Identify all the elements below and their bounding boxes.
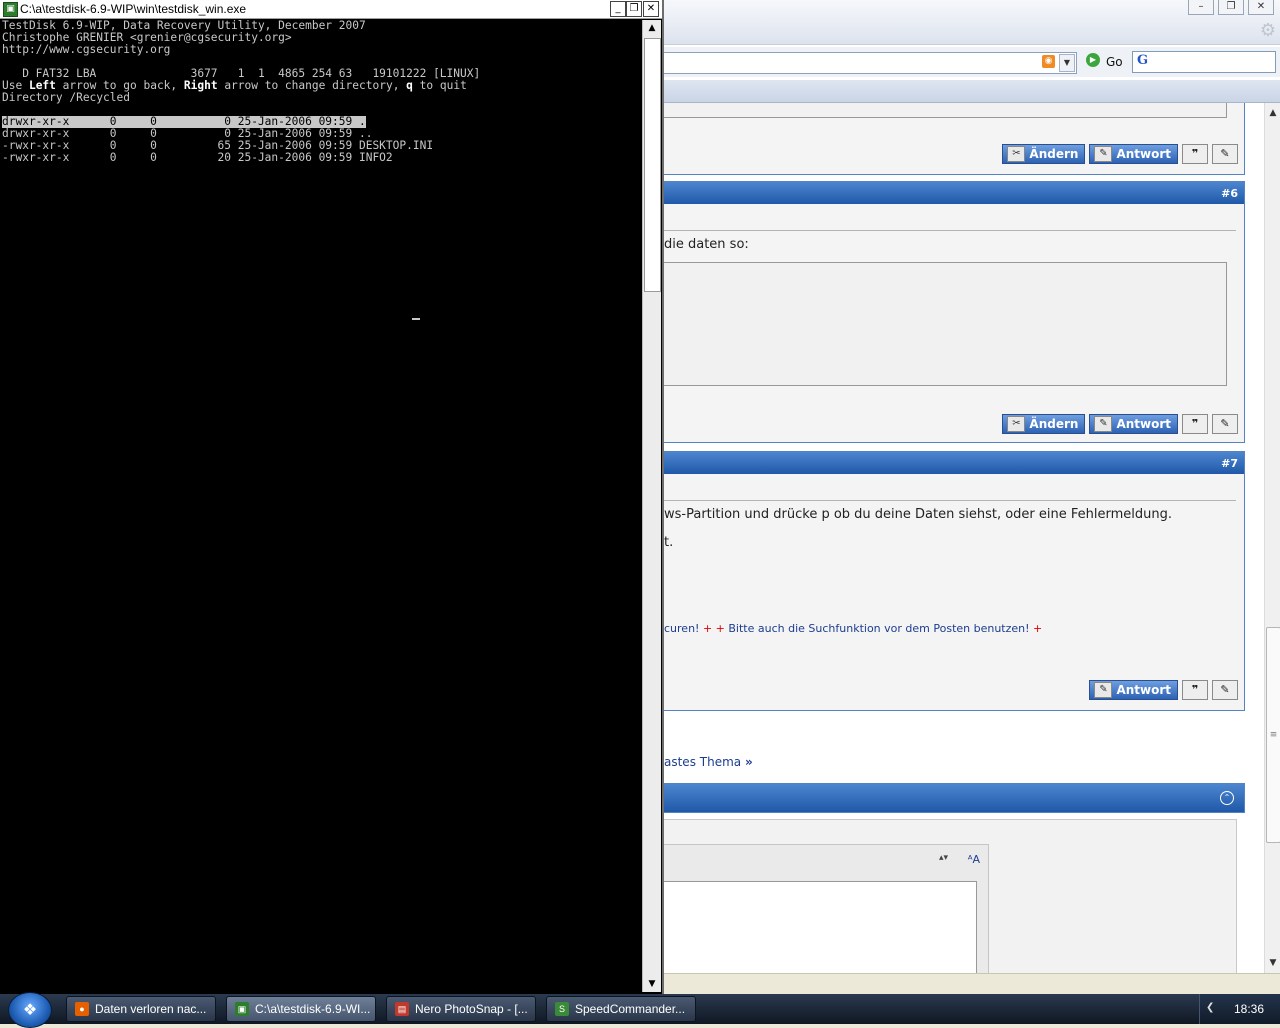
divider (664, 230, 1236, 231)
post-header: #7 (664, 452, 1244, 474)
photosnap-icon: ▤ (395, 1002, 409, 1016)
quote-button[interactable]: ❞ (1182, 680, 1208, 700)
next-thread-link[interactable]: astes Thema » (664, 755, 753, 769)
quick-reply-header: ⌃ (664, 783, 1245, 813)
go-button[interactable]: Go (1106, 55, 1123, 69)
reply-icon: ✎ (1094, 146, 1113, 162)
task-button-firefox[interactable]: ● Daten verloren nac... (66, 996, 216, 1022)
console-icon: ▣ (3, 2, 18, 17)
post-7-buttons: ✎ Antwort ❞ ✎ (1089, 680, 1238, 700)
go-icon[interactable]: ▶ (1086, 53, 1100, 67)
url-line: http://www.cgsecurity.org (2, 43, 171, 56)
scroll-up-icon[interactable]: ▲ (644, 20, 660, 36)
multiquote-button[interactable]: ✎ (1212, 680, 1238, 700)
minimize-icon[interactable]: – (1188, 0, 1214, 15)
code-box (664, 103, 1227, 118)
firefox-icon: ● (75, 1002, 89, 1016)
divider (664, 500, 1236, 501)
quick-reply-body: ▴▾ ᴬA (664, 819, 1237, 973)
address-toolbar: ◉ ▼ ▶ Go G (664, 47, 1280, 77)
post-text: ws-Partition und drücke p ob du deine Da… (664, 507, 1173, 522)
terminal-output[interactable]: TestDisk 6.9-WIP, Data Recovery Utility,… (2, 20, 640, 992)
reply-button[interactable]: ✎ Antwort (1089, 144, 1178, 164)
rss-feed-icon[interactable]: ◉ (1042, 55, 1055, 68)
post-5: ✂ Ändern ✎ Antwort ❞ ✎ (664, 103, 1245, 175)
taskbar: ❖ ● Daten verloren nac... ▣ C:\a\testdis… (0, 992, 1280, 1028)
reply-editor: ▴▾ ᴬA (664, 844, 989, 973)
reply-textarea[interactable] (664, 881, 977, 973)
console-scrollbar[interactable]: ▲ ▼ (642, 20, 661, 992)
text-cursor (412, 318, 420, 320)
task-button-testdisk[interactable]: ▣ C:\a\testdisk-6.9-WI... (226, 996, 376, 1022)
collapse-icon[interactable]: ⌃ (1220, 791, 1234, 805)
restore-icon[interactable]: ❐ (626, 1, 642, 17)
post-text-2: t. (664, 535, 674, 550)
reply-icon: ✎ (1094, 416, 1113, 432)
testdisk-console-window: ▣ C:\a\testdisk-6.9-WIP\win\testdisk_win… (0, 0, 664, 994)
quote-button[interactable]: ❞ (1182, 414, 1208, 434)
task-button-photosnap[interactable]: ▤ Nero PhotoSnap - [... (386, 996, 536, 1022)
post-6-buttons: ✂ Ändern ✎ Antwort ❞ ✎ (1002, 414, 1238, 434)
post-7: #7 ws-Partition und drücke p ob du deine… (664, 451, 1245, 711)
close-icon[interactable]: ✕ (643, 1, 659, 17)
multiquote-button[interactable]: ✎ (1212, 414, 1238, 434)
post-number[interactable]: #6 (1221, 187, 1238, 200)
console-icon: ▣ (235, 1002, 249, 1016)
edit-icon: ✂ (1007, 416, 1026, 432)
browser-window: – ❐ ✕ ⚙ ◉ ▼ ▶ Go G ✂ Ändern ✎ Antwort ❞ ✎ … (664, 0, 1280, 994)
minimize-icon[interactable]: _ (610, 1, 626, 17)
reply-button[interactable]: ✎ Antwort (1089, 414, 1178, 434)
directory-line: Directory /Recycled (2, 91, 130, 104)
multiquote-button[interactable]: ✎ (1212, 144, 1238, 164)
scroll-up-icon[interactable]: ▲ (1265, 105, 1280, 121)
reply-button[interactable]: ✎ Antwort (1089, 680, 1178, 700)
gear-icon[interactable]: ⚙ (1260, 20, 1276, 41)
browser-titlebar: – ❐ ✕ ⚙ (664, 0, 1280, 45)
reply-icon: ✎ (1094, 682, 1113, 698)
signature: curen! + + Bitte auch die Suchfunktion v… (664, 622, 1043, 635)
scroll-down-icon[interactable]: ▼ (644, 976, 660, 992)
console-titlebar: ▣ C:\a\testdisk-6.9-WIP\win\testdisk_win… (0, 0, 662, 19)
start-button[interactable]: ❖ (8, 992, 52, 1028)
address-bar[interactable]: ◉ ▼ (664, 52, 1077, 74)
post-5-buttons: ✂ Ändern ✎ Antwort ❞ ✎ (1002, 144, 1238, 164)
browser-statusbar (664, 973, 1280, 994)
chevron-left-icon[interactable]: ❮ (1206, 1002, 1214, 1013)
post-number[interactable]: #7 (1221, 457, 1238, 470)
system-tray: ❮ 18:36 (1199, 994, 1280, 1024)
post-text: die daten so: (664, 237, 749, 252)
browser-window-controls: – ❐ ✕ (1188, 0, 1274, 15)
edit-icon: ✂ (1007, 146, 1026, 162)
resize-icon[interactable]: ▴▾ (939, 853, 948, 863)
edit-button[interactable]: ✂ Ändern (1002, 144, 1086, 164)
restore-icon[interactable]: ❐ (1218, 0, 1244, 15)
address-dropdown-icon[interactable]: ▼ (1059, 54, 1075, 72)
edit-button[interactable]: ✂ Ändern (1002, 414, 1086, 434)
forum-page: ✂ Ändern ✎ Antwort ❞ ✎ #6 die daten so: ✂ Ä… (664, 103, 1264, 973)
bookmarks-toolbar (664, 80, 1280, 103)
speedcommander-icon: S (555, 1002, 569, 1016)
post-6: #6 die daten so: ✂ Ändern ✎ Antwort ❞ ✎ (664, 181, 1245, 443)
scroll-thumb[interactable]: ≡ (1266, 627, 1280, 843)
console-title: C:\a\testdisk-6.9-WIP\win\testdisk_win.e… (20, 2, 247, 16)
font-icon[interactable]: ᴬA (968, 853, 980, 866)
scroll-thumb[interactable] (644, 38, 661, 292)
clock[interactable]: 18:36 (1234, 1002, 1264, 1016)
task-button-speedcommander[interactable]: S SpeedCommander... (546, 996, 696, 1022)
scroll-down-icon[interactable]: ▼ (1265, 955, 1280, 971)
post-header: #6 (664, 182, 1244, 204)
quote-button[interactable]: ❞ (1182, 144, 1208, 164)
close-icon[interactable]: ✕ (1248, 0, 1274, 15)
code-box (664, 262, 1227, 386)
google-search-icon: G (1137, 53, 1149, 68)
search-input[interactable]: G (1132, 51, 1276, 73)
file-row[interactable]: -rwxr-xr-x 0 0 20 25-Jan-2006 09:59 INFO… (2, 152, 393, 164)
browser-scrollbar[interactable]: ▲ ≡ ▼ (1264, 103, 1280, 973)
